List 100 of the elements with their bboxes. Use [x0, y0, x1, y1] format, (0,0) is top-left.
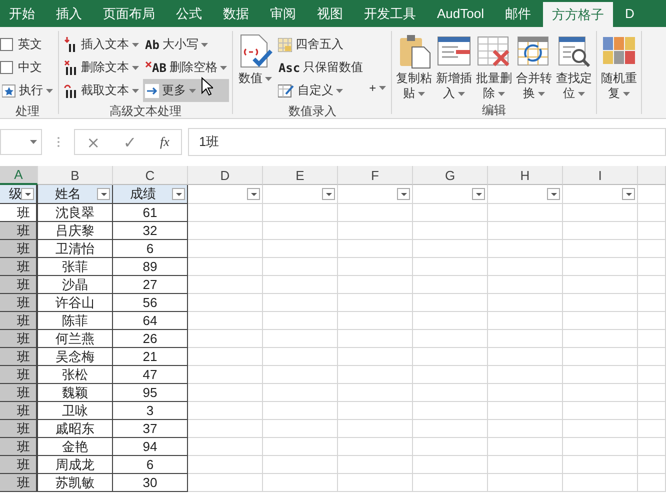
- checkbox-label: 英文: [18, 36, 42, 53]
- ribbon-tab[interactable]: 视图: [308, 0, 352, 27]
- ribbon-button[interactable]: 更多: [143, 79, 230, 102]
- filter-button[interactable]: [472, 188, 485, 200]
- ribbon-tab[interactable]: 公式: [167, 0, 211, 27]
- table-cell: 班: [0, 330, 38, 348]
- table-cell: 班: [0, 240, 38, 258]
- ribbon-button[interactable]: Asc 只保留数值: [276, 56, 366, 79]
- filter-button[interactable]: [247, 188, 260, 200]
- ribbon-large-button[interactable]: 合并转换: [515, 31, 554, 101]
- ribbon-tab[interactable]: 页面布局: [94, 0, 164, 27]
- ribbon-tab[interactable]: 审阅: [261, 0, 305, 27]
- table-cell: [638, 330, 666, 348]
- filter-button[interactable]: [547, 188, 560, 200]
- table-cell: [638, 294, 666, 312]
- table-cell: 26: [113, 330, 188, 348]
- filter-button[interactable]: [172, 188, 185, 200]
- ribbon-large-button[interactable]: 随机重复: [600, 31, 638, 101]
- ribbon-button[interactable]: AB 删除空格: [143, 56, 230, 79]
- table-cell: 56: [113, 294, 188, 312]
- table-cell: 班: [0, 276, 38, 294]
- arrow-icon: [145, 84, 159, 98]
- checkbox[interactable]: [0, 61, 13, 74]
- group-label: 编辑: [481, 102, 508, 118]
- column-header[interactable]: F: [338, 166, 413, 185]
- table-cell: 吕庆黎: [38, 222, 113, 240]
- ribbon-button[interactable]: 插入文本: [62, 33, 141, 56]
- filter-button[interactable]: [97, 188, 110, 200]
- filter-button[interactable]: [322, 188, 335, 200]
- column-header[interactable]: D: [188, 166, 263, 185]
- table-cell: 64: [113, 312, 188, 330]
- table-cell: 周成龙: [38, 456, 113, 474]
- table-cell: 沈良翠: [38, 204, 113, 222]
- caret-icon: [30, 140, 37, 144]
- ribbon-large-button[interactable]: 新增插入: [435, 31, 474, 101]
- ribbon-tab[interactable]: 插入: [47, 0, 91, 27]
- column-header[interactable]: G: [413, 166, 488, 185]
- ribbon-large-button[interactable]: 查找定位: [555, 31, 594, 101]
- column-header[interactable]: C: [113, 166, 188, 185]
- table-cell: 班: [0, 312, 38, 330]
- table-cell: 班: [0, 204, 38, 222]
- table-cell: 89: [113, 258, 188, 276]
- table-cell: 许谷山: [38, 294, 113, 312]
- ribbon-large-button[interactable]: 数值: [236, 31, 274, 102]
- table-cell: [638, 240, 666, 258]
- ribbon-tab[interactable]: 开发工具: [355, 0, 425, 27]
- cancel-button[interactable]: ×: [86, 132, 100, 152]
- formula-input[interactable]: 1班: [188, 128, 666, 156]
- column-header[interactable]: A: [0, 166, 38, 185]
- table-cell: [638, 438, 666, 456]
- insert-function-button[interactable]: fx: [160, 134, 170, 150]
- cursor-icon: [201, 77, 213, 96]
- ribbon-tab[interactable]: D: [616, 0, 644, 27]
- ribbon-button[interactable]: 执行: [0, 79, 55, 102]
- table-cell: 班: [0, 294, 38, 312]
- ribbon-button[interactable]: 截取文本: [62, 79, 141, 102]
- ribbon-large-button[interactable]: 复制粘贴: [395, 31, 434, 101]
- column-header[interactable]: H: [488, 166, 563, 185]
- table-cell: 班: [0, 222, 38, 240]
- table-cell: 95: [113, 384, 188, 402]
- ribbon-button[interactable]: 自定义: [276, 79, 366, 102]
- filter-button[interactable]: [622, 188, 635, 200]
- ribbon-button[interactable]: 删除文本: [62, 56, 141, 79]
- table-cell: [638, 366, 666, 384]
- column-header[interactable]: E: [263, 166, 338, 185]
- ribbon-tab[interactable]: AudTool: [428, 0, 493, 27]
- column-header[interactable]: I: [563, 166, 638, 185]
- enter-button[interactable]: ✓: [123, 132, 137, 152]
- column-header[interactable]: B: [38, 166, 113, 185]
- ribbon-large-button[interactable]: 批量删除: [475, 31, 514, 101]
- table-cell: 卫咏: [38, 402, 113, 420]
- table-cell: 32: [113, 222, 188, 240]
- checkbox[interactable]: [0, 38, 13, 51]
- filter-button[interactable]: [397, 188, 410, 200]
- ribbon-tab[interactable]: 数据: [214, 0, 258, 27]
- table-cell: 30: [113, 474, 188, 492]
- table-cell: 班: [0, 348, 38, 366]
- ribbon-button[interactable]: +: [367, 76, 388, 99]
- ribbon-tab[interactable]: 方方格子: [542, 2, 613, 27]
- filter-button[interactable]: [21, 188, 34, 200]
- table-cell: 金艳: [38, 438, 113, 456]
- group-label: 数值录入: [287, 103, 338, 118]
- table-cell: 张松: [38, 366, 113, 384]
- table-cell: 魏颖: [38, 384, 113, 402]
- header-cell: 姓名: [55, 185, 81, 203]
- header-cell: 成绩: [130, 185, 156, 203]
- pencil-grid-icon: [278, 84, 294, 98]
- cross-icon: [145, 60, 152, 68]
- table-cell: 班: [0, 258, 38, 276]
- ribbon-tab[interactable]: 开始: [0, 0, 44, 27]
- table-cell: 班: [0, 420, 38, 438]
- table-cell: [638, 474, 666, 492]
- ribbon-button[interactable]: 四舍五入: [276, 33, 366, 56]
- table-cell: 沙晶: [38, 276, 113, 294]
- header-cell: 级: [9, 185, 22, 203]
- ribbon-tab[interactable]: 邮件: [496, 0, 540, 27]
- table-cell: [638, 402, 666, 420]
- table-cell: [638, 456, 666, 474]
- ribbon-button[interactable]: Ab 大小写: [143, 33, 230, 56]
- table-cell: 3: [113, 402, 188, 420]
